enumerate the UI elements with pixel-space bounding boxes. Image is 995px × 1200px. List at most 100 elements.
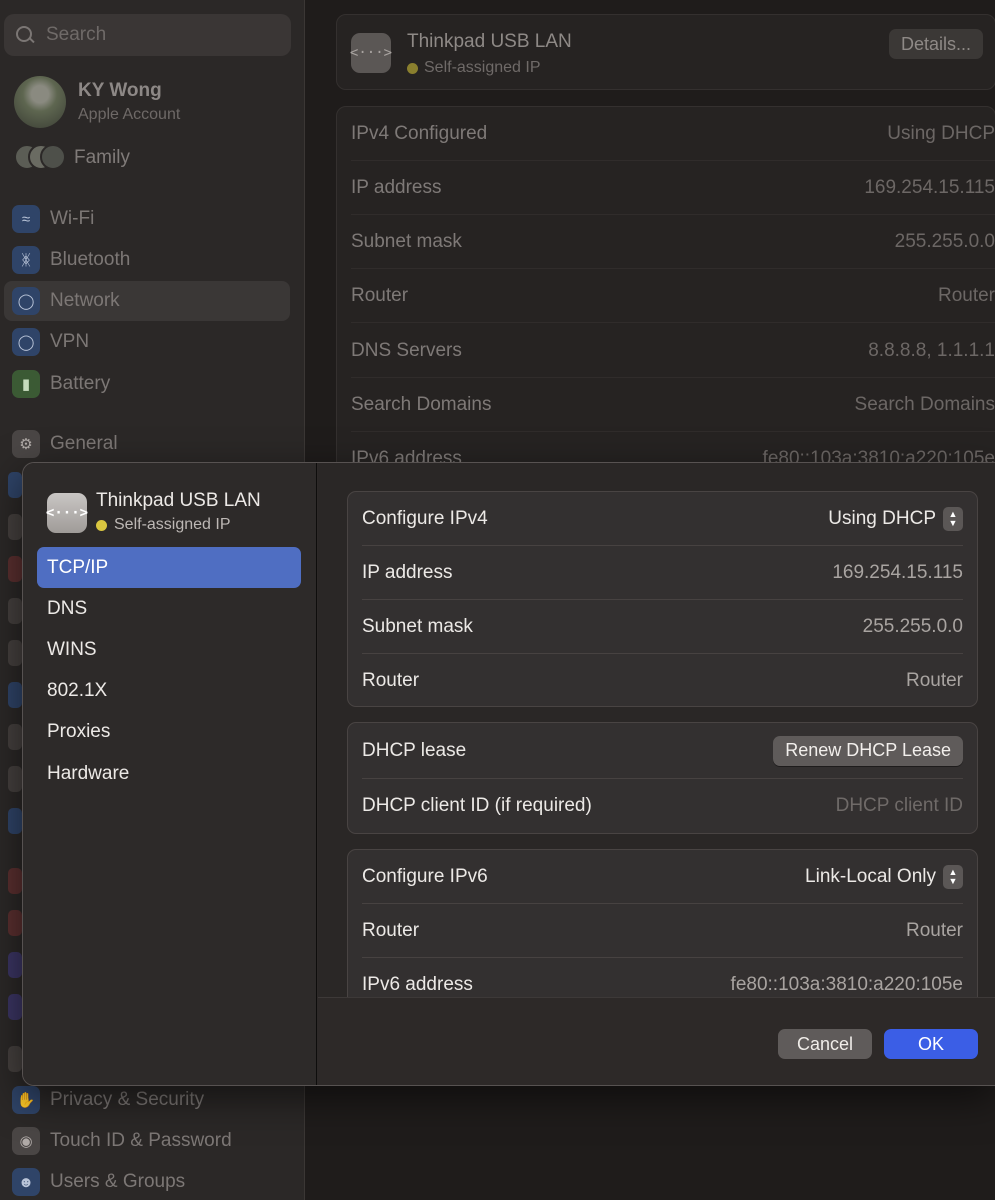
sidebar-item-label: General <box>50 433 118 454</box>
renew-dhcp-lease-button[interactable]: Renew DHCP Lease <box>773 735 963 766</box>
configure-ipv6-value: Link-Local Only <box>805 865 936 887</box>
cancel-button[interactable]: Cancel <box>778 1029 872 1059</box>
search-icon <box>14 24 36 46</box>
row-label: DNS Servers <box>351 339 462 361</box>
router-value: Router <box>905 670 963 691</box>
sheet-sidebar: <···> Thinkpad USB LAN Self-assigned IP … <box>23 463 317 1085</box>
sidebar-item-label: VPN <box>50 331 90 352</box>
sidebar-item-touch-id[interactable]: ◉ Touch ID & Password <box>10 1121 290 1161</box>
status-dot-icon <box>96 519 107 531</box>
wifi-icon: ≈ <box>12 205 40 233</box>
dhcp-lease-label: DHCP lease <box>362 739 467 761</box>
nav-item-hardware[interactable]: Hardware <box>37 753 301 794</box>
service-title: Thinkpad USB LAN <box>407 31 572 52</box>
configure-ipv6-popup[interactable]: Link-Local Only ▲ ▼ <box>805 864 963 889</box>
search-field[interactable]: Search <box>4 14 291 56</box>
account-name: KY Wong <box>78 80 162 101</box>
sidebar-item-users-groups[interactable]: ☻ Users & Groups <box>10 1162 290 1200</box>
sidebar-hidden-icon <box>8 724 22 750</box>
dhcp-group: DHCP lease Renew DHCP Lease DHCP client … <box>347 722 978 834</box>
row-value: Router <box>937 284 995 306</box>
nav-item-8021x[interactable]: 802.1X <box>37 670 301 711</box>
sidebar-hidden-icon <box>8 472 22 498</box>
sidebar-item-bluetooth[interactable]: ᛤ Bluetooth <box>10 240 290 280</box>
family-item[interactable]: Family <box>14 144 130 172</box>
chevron-updown-icon: ▲ ▼ <box>943 506 963 531</box>
row-label: Subnet mask <box>351 230 462 252</box>
info-row-ipv4-configured: IPv4 Configured Using DHCP <box>351 107 995 161</box>
router-row: Router Router <box>362 654 963 708</box>
info-row-search-domains: Search Domains Search Domains <box>351 378 995 432</box>
row-value: 8.8.8.8, 1.1.1.1 <box>868 339 995 361</box>
family-label: Family <box>74 147 130 168</box>
sidebar-hidden-icon <box>8 514 22 540</box>
sidebar-hidden-icon <box>8 682 22 708</box>
configure-ipv4-label: Configure IPv4 <box>362 507 488 529</box>
router-label: Router <box>362 670 420 691</box>
account-subtitle: Apple Account <box>78 106 181 123</box>
fingerprint-icon: ◉ <box>12 1127 40 1155</box>
sidebar-item-wifi[interactable]: ≈ Wi-Fi <box>10 199 290 239</box>
row-label: Search Domains <box>351 393 492 415</box>
configure-ipv6-row: Configure IPv6 Link-Local Only ▲ ▼ <box>362 850 963 904</box>
nav-item-label: Hardware <box>47 762 130 784</box>
network-details-sheet: <···> Thinkpad USB LAN Self-assigned IP … <box>22 462 995 1086</box>
sidebar-item-general[interactable]: ⚙ General <box>10 424 290 464</box>
ok-button[interactable]: OK <box>884 1029 978 1059</box>
sidebar-item-vpn[interactable]: ◯ VPN <box>10 322 290 362</box>
sidebar-hidden-icon <box>8 952 22 978</box>
sidebar-item-label: Touch ID & Password <box>50 1130 232 1151</box>
nav-item-dns[interactable]: DNS <box>37 588 301 629</box>
nav-item-label: DNS <box>47 597 88 619</box>
dhcp-client-id-row: DHCP client ID (if required) DHCP client… <box>362 779 963 833</box>
apple-account[interactable]: KY Wong Apple Account <box>14 76 180 128</box>
sheet-footer: Cancel OK <box>318 997 995 1085</box>
row-label: IP address <box>351 176 442 198</box>
ethernet-icon: <···> <box>46 493 88 533</box>
nav-item-proxies[interactable]: Proxies <box>37 711 301 752</box>
ipv6-router-row: Router Router <box>362 904 963 958</box>
nav-item-wins[interactable]: WINS <box>37 629 301 670</box>
subnet-mask-label: Subnet mask <box>362 615 473 637</box>
network-service-header: <···> Thinkpad USB LAN Self-assigned IP … <box>336 14 995 90</box>
details-button[interactable]: Details... <box>888 29 983 59</box>
nav-item-label: 802.1X <box>47 679 108 701</box>
service-status-text: Self-assigned IP <box>424 59 541 76</box>
ipv6-router-label: Router <box>362 919 420 941</box>
configure-ipv4-popup[interactable]: Using DHCP ▲ ▼ <box>828 506 963 531</box>
battery-icon: ▮ <box>12 370 40 398</box>
sidebar-hidden-icon <box>8 640 22 666</box>
sidebar-item-label: Bluetooth <box>50 249 131 270</box>
sidebar-item-label: Wi-Fi <box>50 208 95 229</box>
info-row-dns-servers: DNS Servers 8.8.8.8, 1.1.1.1 <box>351 324 995 378</box>
dhcp-client-id-label: DHCP client ID (if required) <box>362 795 592 816</box>
network-info-group: IPv4 Configured Using DHCP IP address 16… <box>336 106 995 506</box>
ip-address-label: IP address <box>362 561 453 583</box>
sidebar-item-privacy-security[interactable]: ✋ Privacy & Security <box>10 1080 290 1120</box>
row-value: Search Domains <box>854 393 995 415</box>
sidebar-hidden-icon <box>8 910 22 936</box>
row-label: Router <box>351 284 409 306</box>
sheet-service-status-text: Self-assigned IP <box>114 516 231 533</box>
users-icon: ☻ <box>12 1168 40 1196</box>
service-status: Self-assigned IP <box>407 59 541 77</box>
dhcp-client-id-field[interactable]: DHCP client ID <box>836 795 963 817</box>
search-placeholder: Search <box>46 24 107 45</box>
chevron-updown-icon: ▲ ▼ <box>943 864 963 889</box>
ipv6-address-value: fe80::103a:3810:a220:105e <box>730 974 963 995</box>
info-row-router: Router Router <box>351 269 995 323</box>
sidebar-item-battery[interactable]: ▮ Battery <box>10 364 290 404</box>
ipv4-group: Configure IPv4 Using DHCP ▲ ▼ IP address … <box>347 491 978 707</box>
sidebar-hidden-icon <box>8 1046 22 1072</box>
nav-item-tcpip[interactable]: TCP/IP <box>37 547 301 588</box>
sidebar-hidden-icon <box>8 994 22 1020</box>
ipv6-group: Configure IPv6 Link-Local Only ▲ ▼ Router… <box>347 849 978 997</box>
row-value: Using DHCP <box>887 122 995 144</box>
nav-item-label: Proxies <box>47 720 111 742</box>
tcpip-settings-pane[interactable]: Configure IPv4 Using DHCP ▲ ▼ IP address … <box>318 463 995 997</box>
gear-icon: ⚙ <box>12 430 40 458</box>
ethernet-icon: <···> <box>350 33 392 73</box>
sidebar-hidden-icon <box>8 556 22 582</box>
family-avatars-icon <box>14 144 66 172</box>
sidebar-item-network[interactable]: ◯ Network <box>4 281 290 321</box>
